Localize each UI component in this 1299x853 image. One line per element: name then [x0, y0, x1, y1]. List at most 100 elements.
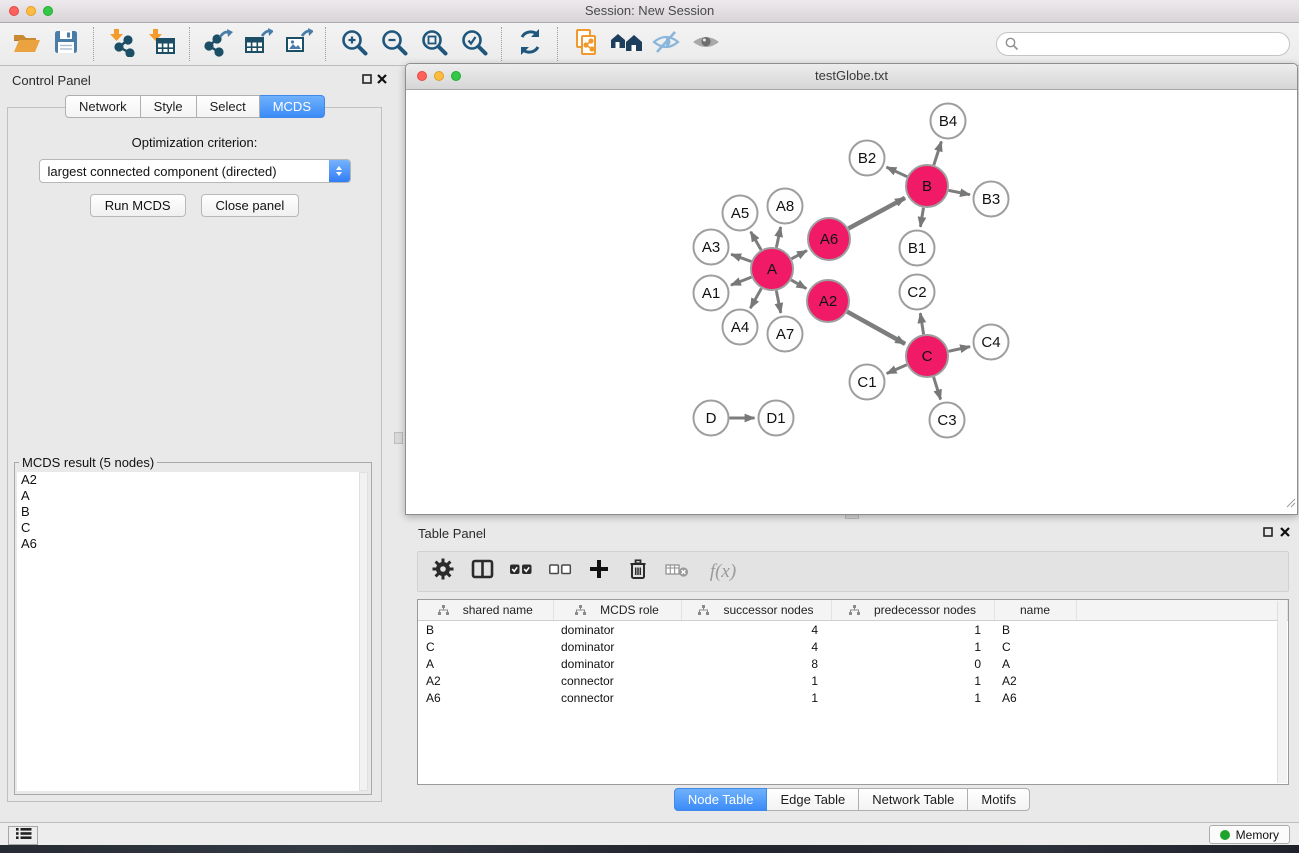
graph-node-B1[interactable]: B1: [900, 231, 935, 266]
table-cell[interactable]: 1: [831, 689, 994, 706]
graph-edge-A-A7[interactable]: [776, 291, 781, 313]
table-options-button[interactable]: [428, 557, 458, 587]
table-cell[interactable]: A6: [418, 689, 553, 706]
select-all-columns-button[interactable]: [506, 557, 536, 587]
table-cell[interactable]: A: [994, 655, 1076, 672]
float-table-panel-icon[interactable]: [1263, 527, 1273, 537]
table-cell[interactable]: A: [418, 655, 553, 672]
graph-node-B[interactable]: B: [906, 165, 948, 207]
tab-node-table[interactable]: Node Table: [674, 788, 768, 811]
tab-motifs[interactable]: Motifs: [968, 788, 1030, 811]
open-session-button[interactable]: [6, 27, 46, 61]
table-cell[interactable]: connector: [553, 689, 681, 706]
network-window-titlebar[interactable]: testGlobe.txt: [406, 64, 1297, 90]
graph-node-B3[interactable]: B3: [974, 182, 1009, 217]
table-cell[interactable]: 1: [831, 638, 994, 655]
column-header[interactable]: name: [994, 600, 1076, 621]
mcds-result-item[interactable]: A6: [17, 536, 359, 552]
search-input[interactable]: [996, 32, 1290, 56]
column-header[interactable]: predecessor nodes: [831, 600, 994, 621]
graph-edge-A-A1[interactable]: [731, 277, 752, 285]
export-image-button[interactable]: [278, 27, 318, 61]
graph-node-A6[interactable]: A6: [808, 218, 850, 260]
graph-node-A1[interactable]: A1: [694, 276, 729, 311]
graph-edge-A-A3[interactable]: [731, 254, 751, 261]
mcds-result-item[interactable]: C: [17, 520, 359, 536]
table-row[interactable]: A6connector11A6: [418, 689, 1288, 706]
table-cell[interactable]: B: [994, 621, 1076, 639]
table-row[interactable]: A2connector11A2: [418, 672, 1288, 689]
graph-node-C2[interactable]: C2: [900, 275, 935, 310]
table-row[interactable]: Cdominator41C: [418, 638, 1288, 655]
graph-node-A7[interactable]: A7: [768, 317, 803, 352]
graph-node-B4[interactable]: B4: [931, 104, 966, 139]
show-all-button[interactable]: [686, 27, 726, 61]
graph-node-A2[interactable]: A2: [807, 280, 849, 322]
graph-node-A4[interactable]: A4: [723, 310, 758, 345]
mcds-result-item[interactable]: A2: [17, 472, 359, 488]
close-panel-button[interactable]: Close panel: [201, 194, 300, 217]
column-header[interactable]: shared name: [418, 600, 553, 621]
zoom-out-button[interactable]: [374, 27, 414, 61]
graph-edge-A6-B[interactable]: [848, 198, 905, 229]
tab-edge-table[interactable]: Edge Table: [767, 788, 859, 811]
apply-function-button[interactable]: f(x): [701, 557, 745, 587]
graph-node-C3[interactable]: C3: [930, 403, 965, 438]
graph-node-A8[interactable]: A8: [768, 189, 803, 224]
optimization-criterion-dropdown[interactable]: largest connected component (directed): [39, 159, 351, 183]
create-column-button[interactable]: [584, 557, 614, 587]
new-network-from-selection-button[interactable]: [566, 27, 606, 61]
graph-edge-A-A5[interactable]: [751, 232, 761, 250]
table-cell[interactable]: 1: [831, 672, 994, 689]
close-table-panel-icon[interactable]: [1280, 527, 1290, 537]
zoom-in-button[interactable]: [334, 27, 374, 61]
graph-edge-A-A2[interactable]: [791, 280, 806, 289]
graph-edge-A-A4[interactable]: [750, 288, 761, 308]
graph-node-B2[interactable]: B2: [850, 141, 885, 176]
graph-edge-B-B2[interactable]: [887, 167, 908, 177]
close-panel-icon[interactable]: [377, 74, 387, 84]
save-session-button[interactable]: [46, 27, 86, 61]
table-cell[interactable]: A6: [994, 689, 1076, 706]
refresh-view-button[interactable]: [510, 27, 550, 61]
tab-style[interactable]: Style: [141, 95, 197, 118]
export-network-button[interactable]: [198, 27, 238, 61]
table-cell[interactable]: connector: [553, 672, 681, 689]
delete-table-button[interactable]: [662, 557, 692, 587]
run-mcds-button[interactable]: Run MCDS: [90, 194, 186, 217]
tab-select[interactable]: Select: [197, 95, 260, 118]
graph-edge-A-A8[interactable]: [776, 227, 780, 247]
table-cell[interactable]: 4: [681, 621, 831, 639]
mcds-result-scrollbar[interactable]: [359, 472, 368, 791]
window-resize-grip[interactable]: [1284, 495, 1296, 513]
hide-selected-button[interactable]: [646, 27, 686, 61]
table-cell[interactable]: B: [418, 621, 553, 639]
table-cell[interactable]: C: [418, 638, 553, 655]
show-columns-button[interactable]: [467, 557, 497, 587]
export-table-button[interactable]: [238, 27, 278, 61]
tab-network[interactable]: Network: [65, 95, 141, 118]
mcds-result-item[interactable]: B: [17, 504, 359, 520]
graph-edge-A-A6[interactable]: [792, 251, 807, 259]
graph-node-A3[interactable]: A3: [694, 230, 729, 265]
table-cell[interactable]: dominator: [553, 638, 681, 655]
graph-edge-B-B3[interactable]: [949, 190, 970, 194]
table-scrollbar[interactable]: [1277, 601, 1287, 783]
table-cell[interactable]: dominator: [553, 655, 681, 672]
zoom-fit-button[interactable]: [414, 27, 454, 61]
mcds-result-item[interactable]: A: [17, 488, 359, 504]
graph-edge-C-C3[interactable]: [934, 377, 941, 400]
graph-node-C[interactable]: C: [906, 335, 948, 377]
network-canvas[interactable]: B4B2BB3A5A8A6A3B1AC2A1A2A4A7CC1C4C3DD1: [406, 90, 1297, 514]
graph-edge-C-C1[interactable]: [887, 365, 907, 374]
graph-edge-A2-C[interactable]: [847, 312, 905, 344]
table-cell[interactable]: 8: [681, 655, 831, 672]
graph-edge-C-C2[interactable]: [920, 313, 923, 334]
import-network-button[interactable]: [102, 27, 142, 61]
table-cell[interactable]: A2: [994, 672, 1076, 689]
table-row[interactable]: Bdominator41B: [418, 621, 1288, 639]
unselect-all-columns-button[interactable]: [545, 557, 575, 587]
table-cell[interactable]: 1: [831, 621, 994, 639]
tab-network-table[interactable]: Network Table: [859, 788, 968, 811]
memory-button[interactable]: Memory: [1209, 825, 1290, 844]
